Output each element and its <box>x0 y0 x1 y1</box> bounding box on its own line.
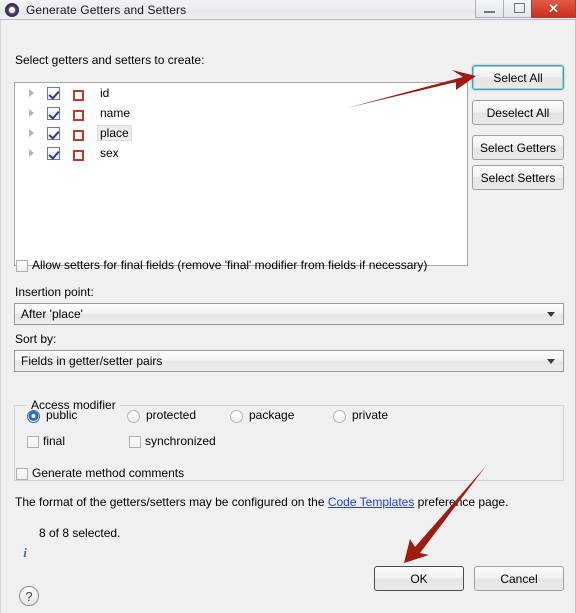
close-button[interactable]: ✕ <box>531 0 576 18</box>
field-checkbox[interactable] <box>47 146 60 160</box>
radio-public[interactable] <box>27 410 40 423</box>
radio-package[interactable] <box>230 410 243 423</box>
window-title: Generate Getters and Setters <box>26 2 187 17</box>
chevron-down-icon <box>547 312 555 317</box>
field-label: place <box>97 125 132 141</box>
table-row[interactable]: sex <box>15 143 467 163</box>
select-getters-button[interactable]: Select Getters <box>472 135 564 160</box>
ok-button[interactable]: OK <box>374 566 464 591</box>
expand-arrow-icon[interactable] <box>25 146 39 160</box>
final-checkbox[interactable] <box>27 436 39 448</box>
deselect-all-button[interactable]: Deselect All <box>472 100 564 125</box>
window-titlebar: Generate Getters and Setters ✕ <box>0 0 576 20</box>
radio-private[interactable] <box>333 410 346 423</box>
radio-private-label: private <box>352 408 389 422</box>
cancel-button[interactable]: Cancel <box>474 566 564 591</box>
sort-by-select[interactable]: Fields in getter/setter pairs <box>14 350 564 372</box>
table-row[interactable]: place <box>15 123 467 143</box>
allow-final-setters-label: Allow setters for final fields (remove '… <box>32 258 428 272</box>
sort-by-label: Sort by: <box>15 332 57 346</box>
final-label: final <box>43 434 66 448</box>
select-all-button[interactable]: Select All <box>472 65 564 90</box>
radio-protected[interactable] <box>127 410 140 423</box>
code-templates-link[interactable]: Code Templates <box>328 495 415 509</box>
fields-tree[interactable]: id name place sex <box>14 82 468 266</box>
status-text: 8 of 8 selected. <box>39 526 121 540</box>
insertion-point-label: Insertion point: <box>15 285 94 299</box>
footer-note-prefix: The format of the getters/setters may be… <box>15 495 328 509</box>
help-button[interactable]: ? <box>19 586 39 606</box>
private-field-icon <box>70 106 84 121</box>
expand-arrow-icon[interactable] <box>25 86 39 100</box>
minimize-button[interactable] <box>475 0 504 18</box>
private-field-icon <box>70 86 84 101</box>
radio-protected-label: protected <box>146 408 197 422</box>
field-label: id <box>100 86 110 100</box>
radio-package-label: package <box>249 408 295 422</box>
synchronized-checkbox[interactable] <box>129 436 141 448</box>
eclipse-wizard-icon <box>4 2 20 18</box>
insertion-point-value: After 'place' <box>21 307 83 321</box>
maximize-button[interactable] <box>503 0 532 18</box>
table-row[interactable]: id <box>15 83 467 103</box>
info-icon: i <box>23 545 27 560</box>
window-controls: ✕ <box>475 0 576 18</box>
private-field-icon <box>70 146 84 161</box>
select-setters-button[interactable]: Select Setters <box>472 165 564 190</box>
expand-arrow-icon[interactable] <box>25 106 39 120</box>
field-checkbox[interactable] <box>47 126 60 140</box>
allow-final-setters-checkbox[interactable] <box>16 260 28 272</box>
footer-note-suffix: preference page. <box>414 495 509 509</box>
radio-public-label: public <box>46 408 78 422</box>
private-field-icon <box>70 126 84 141</box>
field-label: sex <box>100 146 119 160</box>
chevron-down-icon <box>547 359 555 364</box>
field-checkbox[interactable] <box>47 106 60 120</box>
expand-arrow-icon[interactable] <box>25 126 39 140</box>
field-label: name <box>100 106 131 120</box>
field-checkbox[interactable] <box>47 86 60 100</box>
generate-getters-setters-dialog: Select getters and setters to create: id… <box>0 20 576 613</box>
generate-comments-checkbox[interactable] <box>16 468 28 480</box>
generate-comments-label: Generate method comments <box>32 466 185 480</box>
footer-note: The format of the getters/setters may be… <box>15 495 508 509</box>
close-icon: ✕ <box>548 1 559 16</box>
sort-by-value: Fields in getter/setter pairs <box>21 354 163 368</box>
insertion-point-select[interactable]: After 'place' <box>14 303 564 325</box>
synchronized-label: synchronized <box>145 434 216 448</box>
instruction-label: Select getters and setters to create: <box>15 53 205 67</box>
table-row[interactable]: name <box>15 103 467 123</box>
